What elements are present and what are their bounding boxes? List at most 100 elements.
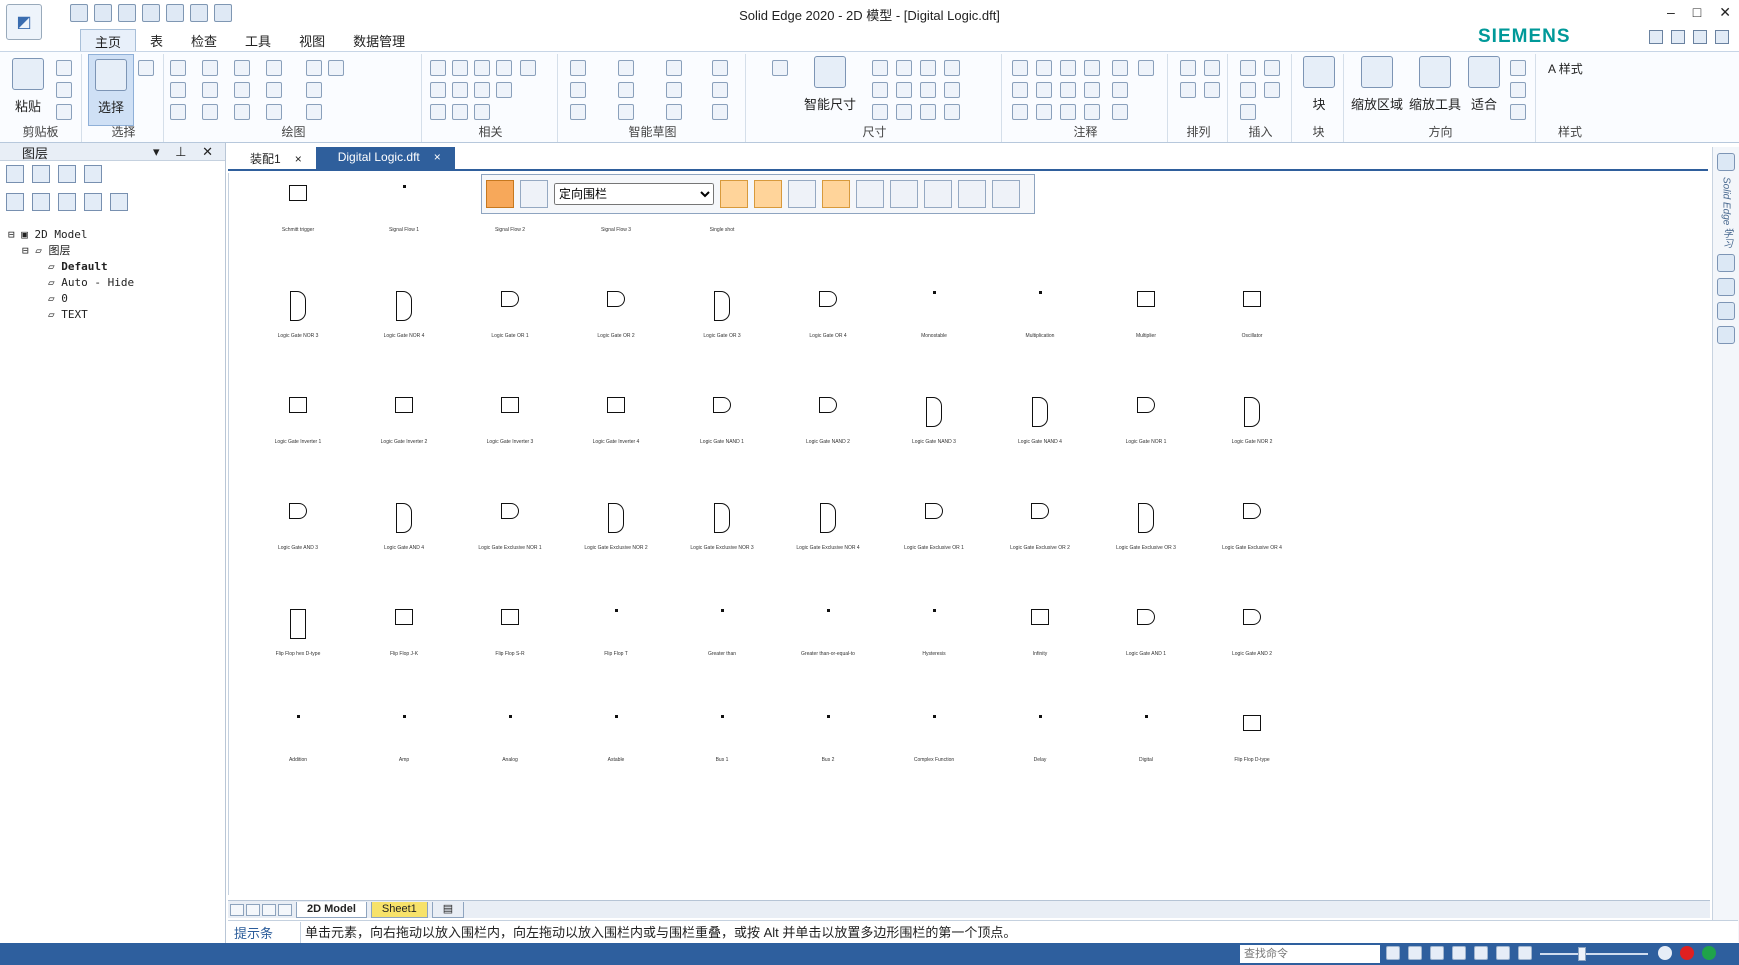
intellisketch-arc-icon[interactable] [618,104,634,120]
youtube-icon[interactable] [1717,254,1735,273]
ungroup-icon[interactable] [1204,82,1220,98]
symbol-item[interactable]: Logic Gate NAND 4 [987,397,1093,445]
tree-layer-0[interactable]: ▱ 0 [8,291,218,307]
symbol-item[interactable]: Signal Flow 1 [351,185,457,233]
sheet-tab-sheet1[interactable]: Sheet1 [370,901,428,918]
rigid-set-icon[interactable] [496,82,512,98]
forward-arrow-icon[interactable] [924,180,952,208]
update-dim-icon[interactable] [944,104,960,120]
fit-button[interactable]: 适合 [1464,56,1504,113]
intellisketch-tangent-icon[interactable] [712,82,728,98]
symbol-icon[interactable] [1084,104,1100,120]
zoom-area-status-icon[interactable] [1408,946,1422,960]
connector-icon[interactable] [1060,104,1076,120]
block-button[interactable]: 块 [1300,56,1338,113]
chain-dim-icon[interactable] [944,82,960,98]
pane-controls[interactable]: ▾ ⊥ ✕ [153,144,219,160]
symbol-item[interactable]: Logic Gate OR 3 [669,291,775,339]
hide-layer-icon[interactable] [58,193,76,211]
symbol-item[interactable]: Flip Flop S-R [457,609,563,657]
zoom-area-button[interactable]: 缩放区域 [1348,56,1406,113]
symbol-item[interactable]: Logic Gate Exclusive OR 3 [1093,503,1199,551]
zoom-tool-status-icon[interactable] [1452,946,1466,960]
symbol-item[interactable]: Logic Gate Inverter 3 [457,397,563,445]
extend-icon[interactable] [234,82,250,98]
help-circle-icon[interactable] [1717,153,1735,171]
symbol-item[interactable]: Schmitt trigger [245,185,351,233]
symbol-item[interactable]: Monostable [881,291,987,339]
circle-icon[interactable] [170,104,186,120]
tab-inspect[interactable]: 检查 [177,29,231,51]
minimize-button[interactable]: – [1667,4,1675,21]
edge-condition-icon[interactable] [1060,82,1076,98]
tangent-icon[interactable] [430,104,446,120]
trim-icon[interactable] [234,60,250,76]
symbol-item[interactable]: Logic Gate NOR 1 [1093,397,1199,445]
equal-icon[interactable] [452,82,468,98]
intellisketch-perp-icon[interactable] [570,104,586,120]
view-icon[interactable] [1510,82,1526,98]
datum-target-icon[interactable] [1036,104,1052,120]
lock-icon[interactable] [496,60,512,76]
next-sheet-icon[interactable] [262,903,276,916]
symbol-item[interactable]: Multiplier [1093,291,1199,339]
pan-status-icon[interactable] [1496,946,1510,960]
zoom-slider[interactable] [1540,953,1648,955]
filter-add-icon[interactable] [754,180,782,208]
horizontal-vertical-icon[interactable] [474,82,490,98]
fillet-icon[interactable] [202,104,218,120]
close-tab-icon[interactable]: × [434,150,441,164]
symbol-item[interactable]: Logic Gate NOR 2 [1199,397,1305,445]
coordinate-dim-icon[interactable] [920,60,936,76]
fill-style-icon[interactable] [328,60,344,76]
symbol-item[interactable]: Addition [245,715,351,763]
intellisketch-midpoint-icon[interactable] [570,82,586,98]
surface-texture-icon[interactable] [1012,82,1028,98]
record-icon[interactable] [1680,946,1694,960]
tolerance-icon[interactable] [896,104,912,120]
symbol-item[interactable]: Delay [987,715,1093,763]
symbol-item[interactable]: Complex Function [881,715,987,763]
distance-between-icon[interactable] [872,60,888,76]
symbol-item[interactable]: Logic Gate AND 1 [1093,609,1199,657]
intellisketch-intersection-icon[interactable] [618,82,634,98]
layer-help-icon[interactable] [84,165,102,183]
symbol-item[interactable]: Logic Gate NAND 3 [881,397,987,445]
window-arrange-icon[interactable] [1671,30,1685,44]
angle-between-icon[interactable] [896,60,912,76]
tree-layers-node[interactable]: ⊟ ▱ 图层 [8,243,218,259]
baseline-icon[interactable] [920,82,936,98]
image-icon[interactable] [1240,82,1256,98]
send-back-icon[interactable] [1204,60,1220,76]
rectangle-fence-icon[interactable] [822,180,850,208]
object-icon[interactable] [1264,82,1280,98]
intellisketch-silhouette-icon[interactable] [666,82,682,98]
symbol-item[interactable]: Logic Gate Exclusive NOR 4 [775,503,881,551]
filter-icon[interactable] [720,180,748,208]
split-icon[interactable] [234,104,250,120]
select-button[interactable]: 选择 [88,54,134,126]
smart-dimension-button[interactable]: 智能尺寸 [798,56,862,113]
symbol-item[interactable]: Logic Gate Exclusive OR 2 [987,503,1093,551]
intellisketch-offset-icon[interactable] [666,104,682,120]
offset-icon[interactable] [266,60,282,76]
select-options-icon[interactable] [138,60,154,76]
symbol-item[interactable]: Flip Flop D-type [1199,715,1305,763]
intellisketch-center-icon[interactable] [618,60,634,76]
cut-icon[interactable] [56,60,72,76]
curve-icon[interactable] [202,82,218,98]
symbol-item[interactable]: Hysteresis [881,609,987,657]
symbol-item[interactable]: Logic Gate OR 4 [775,291,881,339]
zoom-in-icon[interactable] [1658,946,1672,960]
symbol-item[interactable]: Logic Gate OR 1 [457,291,563,339]
first-sheet-icon[interactable] [230,903,244,916]
format-painter-icon[interactable] [56,104,72,120]
symbol-item[interactable]: Logic Gate NAND 1 [669,397,775,445]
fit-status-icon[interactable] [1474,946,1488,960]
symbol-item[interactable]: Infinity [987,609,1093,657]
symbol-item[interactable]: Amp [351,715,457,763]
symbol-item[interactable]: Logic Gate NAND 2 [775,397,881,445]
upload-icon[interactable] [1702,946,1716,960]
tree-root[interactable]: ⊟ ▣ 2D Model [8,227,218,243]
text-icon[interactable] [1084,82,1100,98]
